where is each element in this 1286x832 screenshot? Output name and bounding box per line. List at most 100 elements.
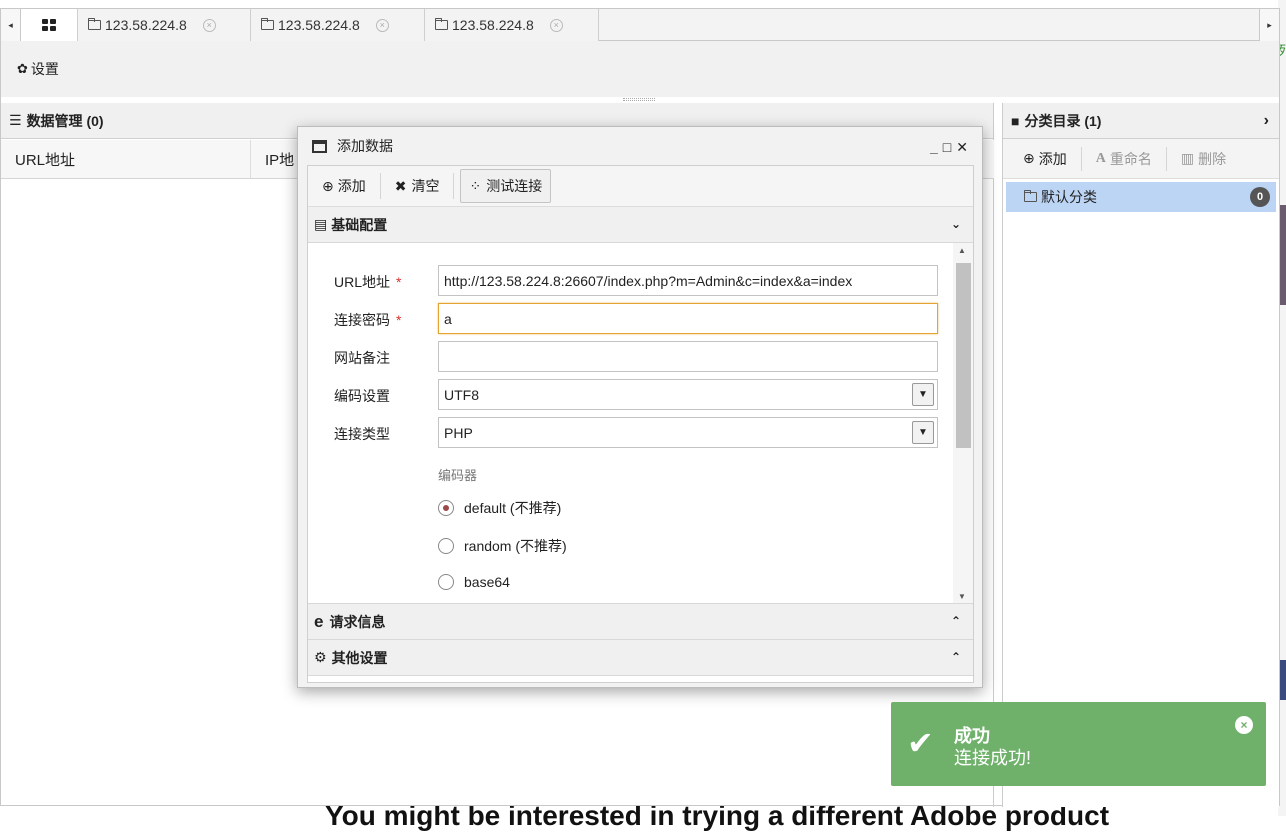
- category-toolbar: ⊕ 添加 A 重命名 ▥ 删除: [1003, 139, 1279, 179]
- type-select[interactable]: PHP ▼: [438, 417, 938, 448]
- dialog-titlebar[interactable]: 添加数据 _ □ ✕: [298, 127, 982, 165]
- chevron-down-icon: ⌄: [950, 217, 961, 231]
- minimize-button[interactable]: _: [930, 139, 938, 156]
- category-add-label: 添加: [1038, 150, 1067, 167]
- password-label: 连接密码 *: [334, 312, 402, 328]
- category-add-button[interactable]: ⊕ 添加: [1017, 146, 1073, 172]
- password-row: 连接密码 * a: [308, 303, 948, 335]
- toast-close-icon[interactable]: ×: [1235, 716, 1253, 734]
- data-panel-title: 数据管理 (0): [26, 112, 104, 129]
- dialog-clear-button[interactable]: ✖ 清空: [387, 169, 448, 203]
- encoding-select[interactable]: UTF8 ▼: [438, 379, 938, 410]
- tab-close-icon[interactable]: ×: [375, 18, 389, 32]
- chevron-up-icon: ⌃: [950, 614, 961, 628]
- toolbar-divider: [1080, 146, 1082, 171]
- radio-icon[interactable]: [438, 538, 454, 554]
- category-panel-header: ■ 分类目录 (1) ›: [1003, 103, 1279, 139]
- dialog-window-controls: _ □ ✕: [930, 139, 968, 156]
- chevron-down-icon[interactable]: ▼: [912, 383, 934, 406]
- settings-label: 设置: [30, 61, 59, 77]
- splitter-handle[interactable]: [623, 98, 655, 101]
- checkmark-icon: ✔: [907, 725, 934, 761]
- tab-shell-1[interactable]: 123.58.224.8 ×: [78, 9, 251, 41]
- section-other-settings-title: 其他设置: [331, 649, 388, 666]
- gear-icon: ✿: [17, 61, 28, 76]
- note-row: 网站备注: [308, 341, 948, 373]
- url-input[interactable]: http://123.58.224.8:26607/index.php?m=Ad…: [438, 265, 938, 296]
- folder-icon: [1024, 190, 1037, 202]
- edge-icon: e: [314, 611, 324, 631]
- encoder-option-random[interactable]: random (不推荐): [438, 536, 567, 556]
- category-delete-button[interactable]: ▥ 删除: [1175, 146, 1232, 172]
- dialog-toolbar: ⊕ 添加 ✖ 清空 ⁘ 测试连接: [308, 166, 973, 207]
- section-request-info-title: 请求信息: [329, 613, 386, 630]
- tab-close-icon[interactable]: ×: [549, 18, 563, 32]
- tab-shell-3[interactable]: 123.58.224.8 ×: [425, 9, 599, 41]
- scroll-up-icon[interactable]: ▲: [958, 246, 966, 255]
- window-icon: [312, 139, 327, 153]
- encoder-option-base64[interactable]: base64: [438, 574, 510, 590]
- column-header-url[interactable]: URL地址: [1, 140, 251, 178]
- font-icon: A: [1095, 150, 1106, 166]
- category-item-label: 默认分类: [1041, 189, 1097, 205]
- category-rename-button[interactable]: A 重命名: [1090, 146, 1158, 172]
- section-request-info-header[interactable]: e 请求信息 ⌃: [308, 604, 973, 640]
- encoder-option-default[interactable]: default (不推荐): [438, 498, 561, 518]
- password-input[interactable]: a: [438, 303, 938, 334]
- tab-home[interactable]: [21, 9, 78, 42]
- encoding-label: 编码设置: [334, 388, 390, 404]
- category-rename-label: 重命名: [1109, 150, 1152, 167]
- note-label: 网站备注: [334, 350, 390, 366]
- encoding-value: UTF8: [444, 387, 479, 403]
- tab-scroll-left-button[interactable]: ◂: [1, 9, 21, 41]
- encoding-row: 编码设置 UTF8 ▼: [308, 379, 948, 411]
- encoder-option-label: random (不推荐): [464, 538, 567, 554]
- form-scrollbar[interactable]: ▲ ▼: [953, 243, 973, 603]
- section-basic-config-header[interactable]: ▤ 基础配置 ⌄: [308, 207, 973, 243]
- dialog-title: 添加数据: [337, 138, 393, 154]
- dialog-add-button[interactable]: ⊕ 添加: [314, 169, 374, 203]
- tab-scroll-right-button[interactable]: ▸: [1259, 9, 1279, 41]
- tab-shell-2[interactable]: 123.58.224.8 ×: [251, 9, 425, 41]
- toast-message: 连接成功!: [954, 748, 1032, 768]
- close-button[interactable]: ✕: [956, 139, 968, 156]
- add-data-dialog: 添加数据 _ □ ✕ ⊕ 添加 ✖ 清空 ⁘ 测试连接 ▤ 基础配置 ⌄ URL…: [297, 126, 983, 688]
- file-icon: ▤: [314, 216, 328, 232]
- settings-toolbar: ✿ 设置: [1, 41, 1279, 97]
- settings-button[interactable]: ✿ 设置: [17, 59, 59, 79]
- success-toast: ✔ 成功 连接成功! ×: [891, 702, 1266, 786]
- encoder-option-label: base64: [464, 574, 510, 590]
- background-image: [1279, 660, 1286, 700]
- tab-label: 123.58.224.8: [452, 17, 534, 33]
- radio-selected-icon[interactable]: [438, 500, 454, 516]
- dialog-test-connection-button[interactable]: ⁘ 测试连接: [460, 169, 552, 203]
- type-row: 连接类型 PHP ▼: [308, 417, 948, 449]
- maximize-button[interactable]: □: [943, 139, 951, 156]
- chevron-down-icon[interactable]: ▼: [912, 421, 934, 444]
- spinner-icon: ⁘: [469, 177, 482, 194]
- category-item-default[interactable]: 默认分类 0: [1006, 182, 1276, 212]
- background-image: [1279, 205, 1286, 305]
- folder-icon: [261, 18, 274, 30]
- collapse-panel-icon[interactable]: ›: [1264, 112, 1269, 130]
- radio-icon[interactable]: [438, 574, 454, 590]
- folder-filled-icon: ■: [1011, 112, 1020, 129]
- type-label: 连接类型: [334, 426, 390, 442]
- tab-close-icon[interactable]: ×: [202, 18, 216, 32]
- toolbar-divider: [379, 173, 381, 199]
- gears-icon: ⚙: [314, 649, 327, 665]
- scroll-down-icon[interactable]: ▼: [958, 592, 966, 601]
- x-icon: ✖: [394, 177, 407, 194]
- scrollbar-thumb[interactable]: [956, 263, 971, 448]
- toolbar-divider: [1165, 146, 1167, 171]
- note-input[interactable]: [438, 341, 938, 372]
- section-basic-config-title: 基础配置: [331, 216, 388, 233]
- dialog-clear-label: 清空: [411, 178, 440, 194]
- tab-label: 123.58.224.8: [278, 17, 360, 33]
- category-count-badge: 0: [1250, 187, 1270, 207]
- section-other-settings-header[interactable]: ⚙ 其他设置 ⌃: [308, 640, 973, 676]
- dialog-add-label: 添加: [337, 178, 366, 194]
- category-delete-label: 删除: [1198, 150, 1227, 167]
- type-value: PHP: [444, 425, 473, 441]
- encoder-label: 编码器: [438, 468, 478, 483]
